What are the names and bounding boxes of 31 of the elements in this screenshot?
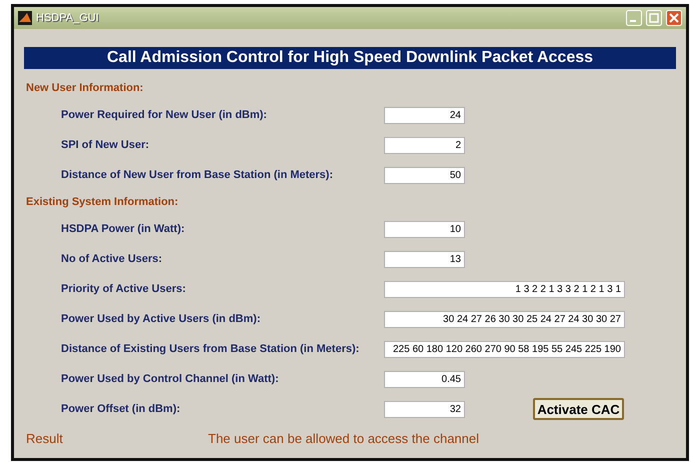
field-label: SPI of New User:	[60, 138, 150, 153]
activate-button[interactable]: Activate CAC	[533, 398, 624, 420]
input-field[interactable]: 10	[384, 220, 465, 238]
field-label: Power Used by Active Users (in dBm):	[60, 312, 262, 327]
field-label: Power Offset (in dBm):	[60, 402, 182, 417]
field-label: Power Required for New User (in dBm):	[60, 108, 268, 123]
field-label: Priority of Active Users:	[60, 282, 187, 297]
section-heading: Existing System Information:	[26, 194, 178, 210]
input-field[interactable]: 13	[384, 250, 465, 268]
app-icon	[18, 11, 32, 25]
input-field[interactable]: 32	[384, 400, 465, 418]
field-label: Distance of Existing Users from Base Station (in Meters):	[60, 342, 360, 357]
field-label: Distance of New User from Base Station (in Meters):	[60, 168, 334, 183]
input-field[interactable]: 225 60 180 120 260 270 90 58 195 55 245 225 190	[384, 340, 625, 358]
maximize-button[interactable]	[646, 10, 662, 26]
input-field[interactable]: 1 3 2 2 1 3 3 2 1 2 1 3 1	[384, 280, 625, 298]
field-label: Power Used by Control Channel (in Watt):	[60, 372, 280, 387]
minimize-button[interactable]	[626, 10, 642, 26]
window-title: HSDPA_GUI	[36, 10, 99, 26]
input-field[interactable]: 24	[384, 106, 465, 124]
close-button[interactable]	[666, 10, 682, 26]
input-field[interactable]: 30 24 27 26 30 30 25 24 27 24 30 30 27	[384, 310, 625, 328]
input-field[interactable]: 50	[384, 166, 465, 184]
input-field[interactable]: 0.45	[384, 370, 465, 388]
field-label: No of Active Users:	[60, 252, 164, 267]
result-message: The user can be allowed to access the channel	[208, 430, 480, 448]
result-label: Result	[26, 430, 64, 448]
section-heading: New User Information:	[26, 80, 144, 96]
field-label: HSDPA Power (in Watt):	[60, 222, 186, 237]
heading-banner: Call Admission Control for High Speed Downlink Packet Access	[24, 47, 676, 69]
input-field[interactable]: 2	[384, 136, 465, 154]
